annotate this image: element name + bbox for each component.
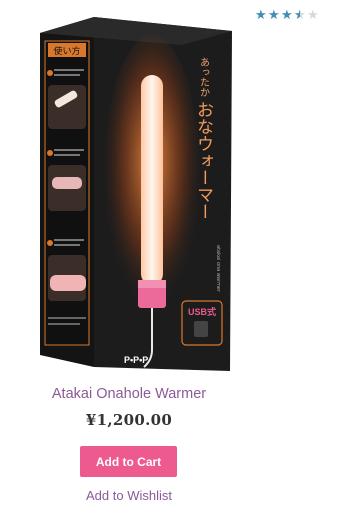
product-image[interactable]: 使い方 あったか おなウォーマー atakai ona warmer USB式 … [32, 5, 237, 375]
product-price: ¥1,200.00 [85, 411, 173, 429]
add-to-cart-button[interactable]: Add to Cart [80, 446, 177, 477]
product-card: ★★★★★★★★★★ 使い方 [0, 0, 338, 512]
brand-text: あったか [198, 57, 210, 97]
product-name-text: おなウォーマー [193, 101, 213, 220]
add-to-wishlist-link[interactable]: Add to Wishlist [0, 488, 258, 503]
instructions-header: 使い方 [53, 45, 80, 56]
product-title-link[interactable]: Atakai Onahole Warmer [0, 386, 258, 402]
warmer-tube [141, 75, 163, 285]
logo-text: P•P•P [124, 355, 148, 365]
star-icon: ★★ [281, 7, 293, 22]
star-icon: ★★ [255, 7, 267, 22]
star-icon: ★★ [294, 7, 306, 22]
rating-stars: ★★★★★★★★★★ [255, 8, 319, 21]
romaji-text: atakai ona warmer [215, 245, 221, 293]
star-icon: ★★ [307, 7, 319, 22]
star-icon: ★★ [268, 7, 280, 22]
usb-label: USB式 [188, 306, 216, 317]
